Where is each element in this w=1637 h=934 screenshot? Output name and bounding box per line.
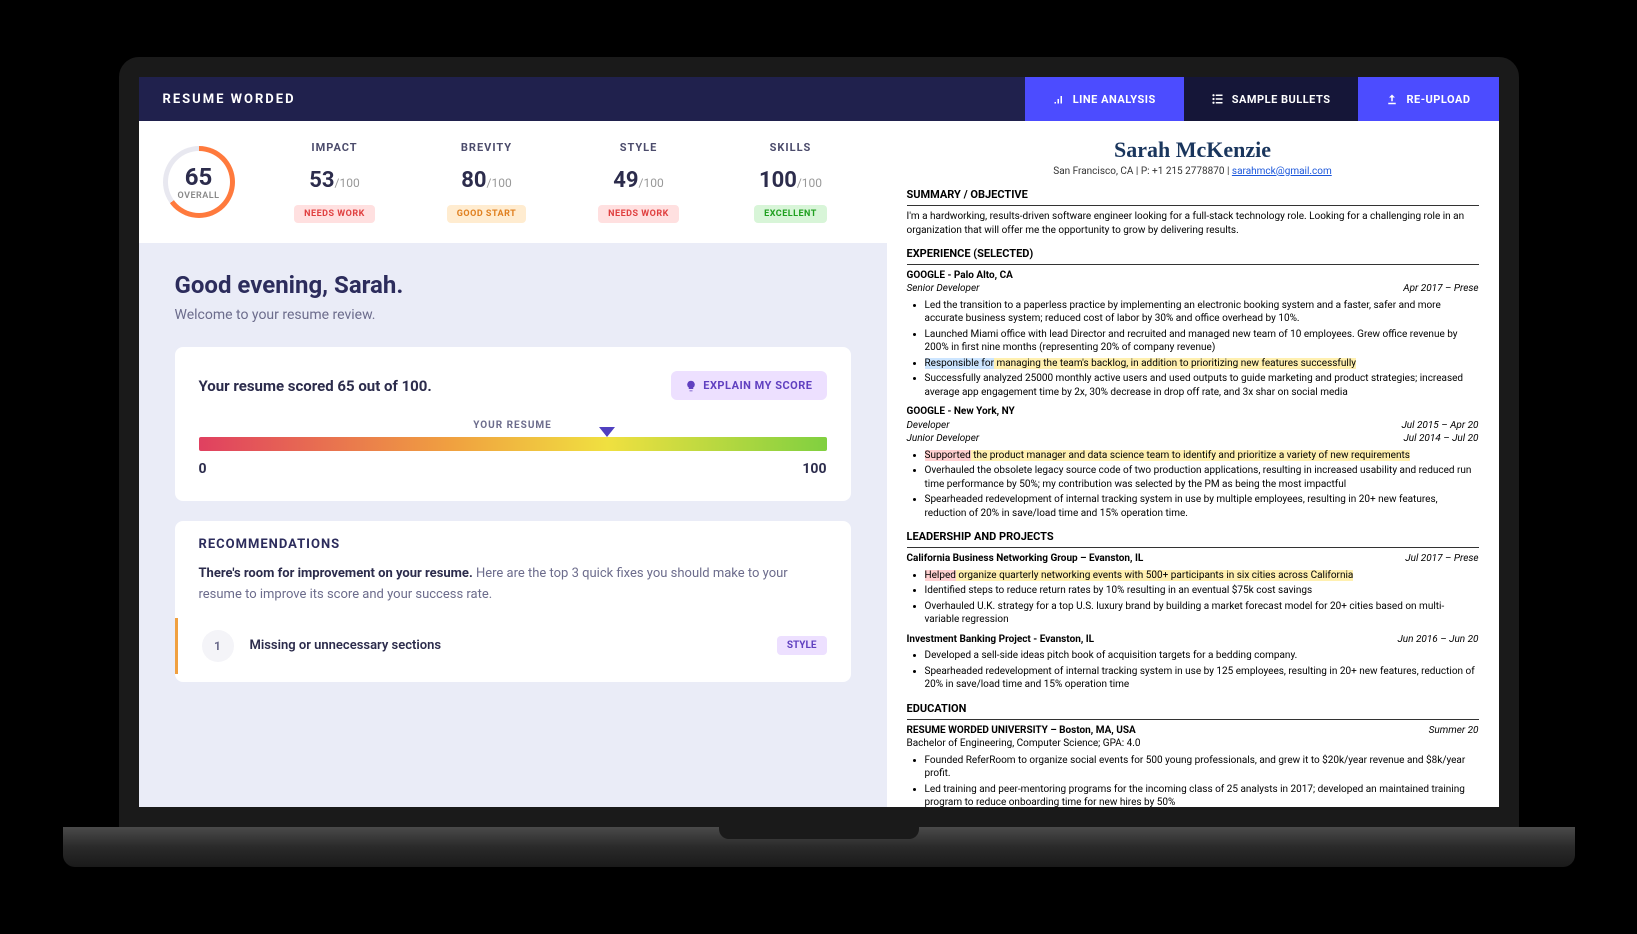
- recommendations-title: RECOMMENDATIONS: [175, 521, 851, 552]
- nav-line-analysis[interactable]: LINE ANALYSIS: [1025, 77, 1184, 121]
- score-impact[interactable]: IMPACT 53/100 NEEDS WORK: [263, 141, 407, 223]
- explain-label: EXPLAIN MY SCORE: [703, 379, 812, 392]
- score-brevity[interactable]: BREVITY 80/100 GOOD START: [415, 141, 559, 223]
- gauge-min: 0: [199, 461, 207, 477]
- job-title: Developer: [907, 419, 950, 433]
- gauge-marker-icon: [599, 427, 615, 437]
- score-style[interactable]: STYLE 49/100 NEEDS WORK: [567, 141, 711, 223]
- recommendations-card: RECOMMENDATIONS There's room for improve…: [175, 521, 851, 682]
- score-badge: NEEDS WORK: [598, 205, 679, 223]
- score-badge: EXCELLENT: [754, 205, 827, 223]
- scores-bar: 65 OVERALL IMPACT 53/100 NEEDS WORK BREV…: [139, 121, 887, 243]
- resume-bullet: Developed a sell-side ideas pitch book o…: [925, 649, 1479, 663]
- score-value: 80: [461, 168, 486, 193]
- resume-contact: San Francisco, CA | P: +1 215 2778870 | …: [907, 165, 1479, 179]
- resume-section-experience: EXPERIENCE (SELECTED): [907, 247, 1479, 265]
- resume-email-link[interactable]: sarahmck@gmail.com: [1232, 166, 1332, 177]
- rec-label: Missing or unnecessary sections: [250, 638, 761, 653]
- project-dates: Jun 2016 – Jun 20: [1397, 633, 1478, 647]
- score-max: /100: [335, 176, 360, 190]
- project-name: Investment Banking Project - Evanston, I…: [907, 633, 1095, 647]
- score-skills[interactable]: SKILLS 100/100 EXCELLENT: [719, 141, 863, 223]
- resume-bullet: Helped organize quarterly networking eve…: [925, 569, 1479, 583]
- job-dates: Jul 2014 – Jul 20: [1403, 432, 1478, 446]
- app-logo: RESUME WORDED: [139, 92, 320, 107]
- resume-bullet: Led the transition to a paperless practi…: [925, 299, 1479, 326]
- bars-icon: [1053, 93, 1065, 105]
- resume-bullet: Launched Miami office with lead Director…: [925, 328, 1479, 355]
- rec-number: 1: [202, 630, 234, 662]
- resume-bullet: Overhauled U.K. strategy for a top U.S. …: [925, 600, 1479, 627]
- job-company: GOOGLE - New York, NY: [907, 405, 1015, 419]
- resume-bullet: Responsible for managing the team's back…: [925, 357, 1479, 371]
- resume-bullet: Identified steps to reduce return rates …: [925, 584, 1479, 598]
- laptop-base: [63, 827, 1575, 867]
- subgreeting: Welcome to your resume review.: [175, 307, 851, 323]
- degree: Bachelor of Engineering, Computer Scienc…: [907, 737, 1479, 751]
- nav-label: SAMPLE BULLETS: [1232, 93, 1331, 106]
- greeting: Good evening, Sarah.: [175, 271, 851, 299]
- upload-icon: [1386, 93, 1398, 105]
- score-card: Your resume scored 65 out of 100. EXPLAI…: [175, 347, 851, 501]
- school-name: RESUME WORDED UNIVERSITY – Boston, MA, U…: [907, 724, 1136, 738]
- score-value: 100: [759, 168, 797, 193]
- gauge-label: YOUR RESUME: [199, 420, 827, 431]
- score-gauge: [199, 437, 827, 451]
- score-max: /100: [487, 176, 512, 190]
- resume-bullet: Led training and peer-mentoring programs…: [925, 783, 1479, 807]
- resume-bullet: Founded ReferRoom to organize social eve…: [925, 754, 1479, 781]
- recommendations-intro: There's room for improvement on your res…: [175, 552, 851, 618]
- score-title: BREVITY: [415, 141, 559, 154]
- header-bar: RESUME WORDED LINE ANALYSIS SAMPLE BULLE…: [139, 77, 1499, 121]
- rec-badge: STYLE: [777, 636, 827, 655]
- score-title: STYLE: [567, 141, 711, 154]
- nav-label: RE-UPLOAD: [1406, 93, 1470, 106]
- explain-score-button[interactable]: EXPLAIN MY SCORE: [671, 371, 826, 400]
- overall-score: 65 OVERALL: [163, 141, 235, 223]
- resume-bullet: Spearheaded redevelopment of internal tr…: [925, 493, 1479, 520]
- resume-preview[interactable]: Sarah McKenzie San Francisco, CA | P: +1…: [887, 121, 1499, 807]
- resume-section-summary: SUMMARY / OBJECTIVE: [907, 188, 1479, 206]
- resume-name: Sarah McKenzie: [907, 135, 1479, 165]
- resume-bullet: Overhauled the obsolete legacy source co…: [925, 464, 1479, 491]
- overall-score-value: 65: [185, 163, 213, 191]
- gauge-max: 100: [802, 461, 826, 477]
- nav-label: LINE ANALYSIS: [1073, 93, 1156, 106]
- lightbulb-icon: [685, 380, 697, 392]
- job-title: Junior Developer: [907, 432, 980, 446]
- job-dates: Jul 2015 – Apr 20: [1401, 419, 1478, 433]
- nav-sample-bullets[interactable]: SAMPLE BULLETS: [1184, 77, 1359, 121]
- score-max: /100: [797, 176, 822, 190]
- resume-summary-text: I'm a hardworking, results-driven softwa…: [907, 210, 1479, 237]
- job-company: GOOGLE - Palo Alto, CA: [907, 269, 1013, 283]
- score-badge: GOOD START: [447, 205, 526, 223]
- score-value: 53: [309, 168, 334, 193]
- score-badge: NEEDS WORK: [294, 205, 375, 223]
- list-icon: [1212, 93, 1224, 105]
- left-panel: 65 OVERALL IMPACT 53/100 NEEDS WORK BREV…: [139, 121, 887, 807]
- school-dates: Summer 20: [1429, 724, 1479, 738]
- project-dates: Jul 2017 – Prese: [1405, 552, 1478, 566]
- resume-section-education: EDUCATION: [907, 702, 1479, 720]
- nav-reupload[interactable]: RE-UPLOAD: [1358, 77, 1498, 121]
- score-title: SKILLS: [719, 141, 863, 154]
- recommendation-item[interactable]: 1 Missing or unnecessary sections STYLE: [175, 618, 851, 674]
- resume-bullet: Spearheaded redevelopment of internal tr…: [925, 665, 1479, 692]
- job-title: Senior Developer: [907, 282, 980, 296]
- score-title: IMPACT: [263, 141, 407, 154]
- resume-section-leadership: LEADERSHIP AND PROJECTS: [907, 530, 1479, 548]
- job-dates: Apr 2017 – Prese: [1403, 282, 1478, 296]
- score-value: 49: [613, 168, 638, 193]
- project-name: California Business Networking Group – E…: [907, 552, 1144, 566]
- resume-bullet: Successfully analyzed 25000 monthly acti…: [925, 372, 1479, 399]
- resume-bullet: Supported the product manager and data s…: [925, 449, 1479, 463]
- score-max: /100: [639, 176, 664, 190]
- overall-score-label: OVERALL: [178, 191, 220, 201]
- score-card-title: Your resume scored 65 out of 100.: [199, 377, 432, 395]
